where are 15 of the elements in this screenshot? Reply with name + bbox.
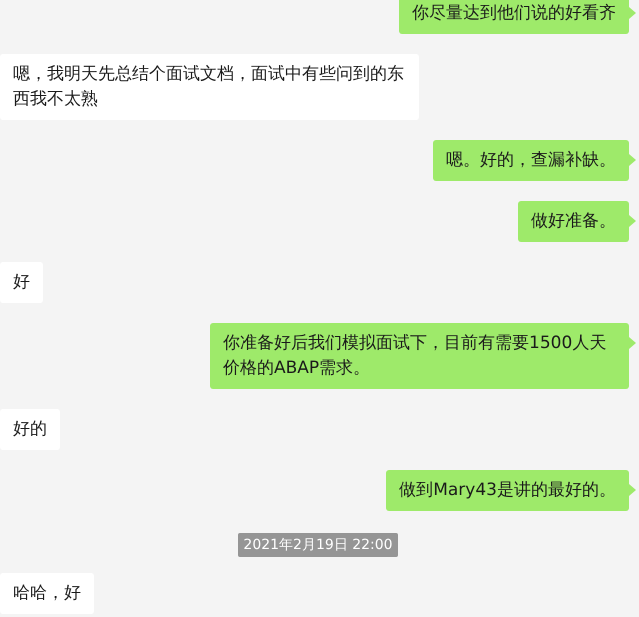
bubble-tail-icon [629,154,636,166]
message-bubble: 嗯，我明天先总结个面试文档，面试中有些问到的东西我不太熟 [0,54,419,120]
message-bubble: 嗯。好的，查漏补缺。 [433,140,629,181]
message-bubble: 做好准备。 [518,201,629,242]
message-bubble: 做到Mary43是讲的最好的。 [386,470,629,511]
bubble-tail-icon [629,7,636,19]
message-timestamp: 2021年2月19日 22:00 [238,533,398,557]
message-bubble: 好的 [0,409,60,450]
bubble-tail-icon [629,215,636,227]
message-bubble: 你准备好后我们模拟面试下，目前有需要1500人天价格的ABAP需求。 [210,323,629,389]
message-bubble: 哈哈，好 [0,573,94,614]
bubble-tail-icon [629,337,636,349]
bubble-tail-icon [629,484,636,496]
message-bubble: 你尽量达到他们说的好看齐 [399,0,629,34]
message-bubble: 好 [0,262,43,303]
